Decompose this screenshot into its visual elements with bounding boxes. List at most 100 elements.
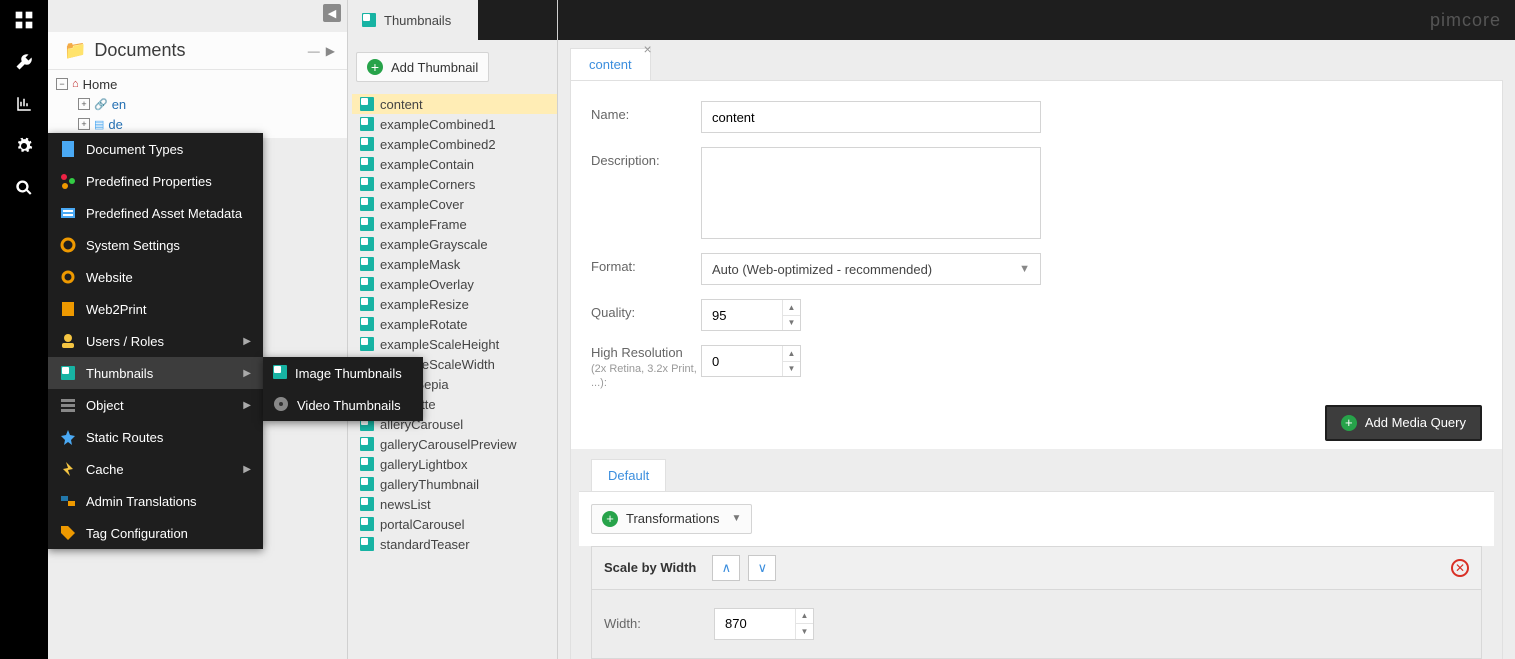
list-item[interactable]: exampleCorners: [352, 174, 557, 194]
list-item[interactable]: exampleResize: [352, 294, 557, 314]
menu-cache[interactable]: Cache ▶: [48, 453, 263, 485]
brand-logo: pimcore: [1430, 10, 1501, 31]
width-input[interactable]: [715, 609, 795, 639]
expand-toggle-icon[interactable]: +: [78, 98, 90, 110]
list-item[interactable]: exampleMask: [352, 254, 557, 274]
tree-de-row[interactable]: + ▤ de: [56, 114, 339, 134]
wrench-icon[interactable]: [12, 50, 36, 74]
list-item[interactable]: portalCarousel: [352, 514, 557, 534]
submenu-arrow-icon: ▶: [243, 464, 251, 475]
menu-label: Document Types: [86, 142, 183, 157]
website-icon: [60, 269, 76, 285]
menu-tag-configuration[interactable]: Tag Configuration: [48, 517, 263, 549]
settings-menu: Document Types Predefined Properties Pre…: [48, 133, 263, 549]
main-panel: pimcore content × Name: Description: For…: [558, 0, 1515, 659]
submenu-video-thumbnails[interactable]: Video Thumbnails: [263, 389, 423, 421]
close-icon[interactable]: ×: [643, 41, 651, 57]
sub-tabs: Default: [571, 449, 1502, 491]
menu-label: Predefined Properties: [86, 174, 212, 189]
expand-toggle-icon[interactable]: +: [78, 118, 90, 130]
list-item[interactable]: exampleCombined2: [352, 134, 557, 154]
sub-tab-label: Default: [608, 468, 649, 483]
gear-icon[interactable]: [12, 134, 36, 158]
add-media-query-button[interactable]: + Add Media Query: [1325, 405, 1482, 441]
thumbnail-icon: [360, 517, 374, 531]
thumbnail-list-panel: Thumbnails + Add Thumbnail contentexampl…: [348, 0, 558, 659]
move-down-button[interactable]: ∨: [748, 555, 776, 581]
menu-website[interactable]: Website: [48, 261, 263, 293]
list-item[interactable]: standardTeaser: [352, 534, 557, 554]
list-item-label: exampleGrayscale: [380, 237, 488, 252]
tree-en-row[interactable]: + 🔗 en: [56, 94, 339, 114]
list-item[interactable]: galleryCarouselPreview: [352, 434, 557, 454]
format-label: Format:: [591, 253, 701, 274]
stepper-down-icon[interactable]: ▼: [783, 316, 800, 331]
format-select[interactable]: Auto (Web-optimized - recommended) ▼: [701, 253, 1041, 285]
collapse-toggle-icon[interactable]: −: [56, 78, 68, 90]
list-item[interactable]: exampleScaleHeight: [352, 334, 557, 354]
list-item[interactable]: exampleGrayscale: [352, 234, 557, 254]
move-up-button[interactable]: ∧: [712, 555, 740, 581]
list-item[interactable]: exampleOverlay: [352, 274, 557, 294]
thumbnail-icon: [360, 457, 374, 471]
tab-default[interactable]: Default: [591, 459, 666, 491]
menu-admin-translations[interactable]: Admin Translations: [48, 485, 263, 517]
plus-icon: +: [367, 59, 383, 75]
add-thumbnail-button[interactable]: + Add Thumbnail: [356, 52, 489, 82]
menu-label: Object: [86, 398, 124, 413]
transformation-title: Scale by Width: [604, 560, 696, 575]
minimize-icon[interactable]: —: [308, 44, 320, 58]
width-stepper[interactable]: ▲ ▼: [714, 608, 814, 640]
tab-content[interactable]: content ×: [570, 48, 651, 80]
menu-thumbnails[interactable]: Thumbnails ▶: [48, 357, 263, 389]
list-item[interactable]: exampleRotate: [352, 314, 557, 334]
menu-predefined-asset-metadata[interactable]: Predefined Asset Metadata: [48, 197, 263, 229]
delete-button[interactable]: ✕: [1451, 559, 1469, 577]
list-item[interactable]: galleryThumbnail: [352, 474, 557, 494]
video-thumbnails-icon: [273, 396, 289, 415]
menu-static-routes[interactable]: Static Routes: [48, 421, 263, 453]
list-item[interactable]: exampleContain: [352, 154, 557, 174]
search-icon[interactable]: [12, 176, 36, 200]
submenu-image-thumbnails[interactable]: Image Thumbnails: [263, 357, 423, 389]
tab-thumbnails[interactable]: Thumbnails: [348, 0, 478, 40]
menu-label: System Settings: [86, 238, 180, 253]
quality-input[interactable]: [702, 300, 782, 330]
apps-icon[interactable]: [12, 8, 36, 32]
menu-predefined-properties[interactable]: Predefined Properties: [48, 165, 263, 197]
highres-input[interactable]: [702, 346, 782, 376]
menu-system-settings[interactable]: System Settings: [48, 229, 263, 261]
highres-stepper[interactable]: ▲ ▼: [701, 345, 801, 377]
stepper-up-icon[interactable]: ▲: [796, 609, 813, 625]
list-item[interactable]: content: [352, 94, 557, 114]
chart-icon[interactable]: [12, 92, 36, 116]
quality-stepper[interactable]: ▲ ▼: [701, 299, 801, 331]
stepper-down-icon[interactable]: ▼: [783, 362, 800, 377]
menu-document-types[interactable]: Document Types: [48, 133, 263, 165]
panel-collapse-left-icon[interactable]: ◀: [323, 4, 341, 22]
stepper-up-icon[interactable]: ▲: [783, 346, 800, 362]
list-item[interactable]: exampleFrame: [352, 214, 557, 234]
system-settings-icon: [60, 237, 76, 253]
stepper-down-icon[interactable]: ▼: [796, 624, 813, 639]
menu-web2print[interactable]: Web2Print: [48, 293, 263, 325]
thumbnail-icon: [360, 297, 374, 311]
translations-icon: [60, 493, 76, 509]
nav-rail: [0, 0, 48, 659]
transformations-button[interactable]: + Transformations ▼: [591, 504, 752, 534]
menu-object[interactable]: Object ▶: [48, 389, 263, 421]
form-body: Name: Description: Format: Auto (Web-opt…: [570, 80, 1503, 659]
description-input[interactable]: [701, 147, 1041, 239]
list-item[interactable]: exampleCover: [352, 194, 557, 214]
thumbnail-icon: [360, 97, 374, 111]
list-item[interactable]: newsList: [352, 494, 557, 514]
tree-de-label: de: [108, 117, 122, 132]
expand-icon[interactable]: ▶: [326, 44, 335, 58]
list-item[interactable]: galleryLightbox: [352, 454, 557, 474]
name-input[interactable]: [701, 101, 1041, 133]
tree-home-row[interactable]: − ⌂ Home: [56, 74, 339, 94]
list-item[interactable]: exampleCombined1: [352, 114, 557, 134]
menu-users-roles[interactable]: Users / Roles ▶: [48, 325, 263, 357]
quality-label: Quality:: [591, 299, 701, 320]
stepper-up-icon[interactable]: ▲: [783, 300, 800, 316]
